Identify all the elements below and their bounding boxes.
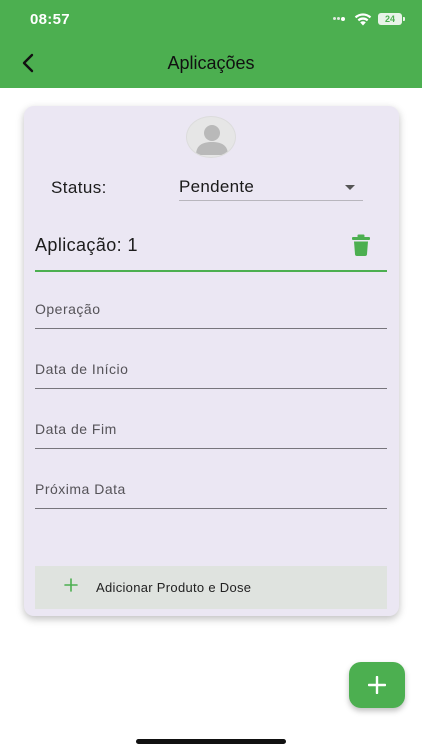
add-application-button[interactable]	[349, 662, 405, 708]
signal-icon	[333, 17, 349, 23]
dropdown-arrow-icon	[345, 185, 355, 190]
person-avatar-icon	[186, 116, 236, 158]
data-fim-field[interactable]: Data de Fim	[35, 413, 387, 449]
app-bar: 08:57 24 Aplicações	[0, 0, 422, 88]
status-bar: 08:57 24	[0, 0, 422, 40]
data-fim-placeholder: Data de Fim	[35, 421, 117, 437]
battery-icon: 24	[378, 13, 405, 25]
plus-icon	[368, 676, 386, 694]
operacao-placeholder: Operação	[35, 301, 101, 317]
status-time: 08:57	[30, 11, 70, 28]
add-product-label: Adicionar Produto e Dose	[96, 580, 252, 595]
plus-icon	[64, 578, 78, 592]
wifi-icon	[354, 13, 372, 26]
application-card: Status: Pendente Aplicação: 1 Operação D…	[24, 106, 399, 616]
proxima-data-field[interactable]: Próxima Data	[35, 473, 387, 509]
proxima-data-placeholder: Próxima Data	[35, 481, 126, 497]
add-product-button[interactable]: Adicionar Produto e Dose	[35, 566, 387, 609]
data-inicio-field[interactable]: Data de Início	[35, 353, 387, 389]
page-title: Aplicações	[167, 53, 255, 73]
operacao-field[interactable]: Operação	[35, 293, 387, 329]
title-underline	[35, 270, 387, 272]
status-value: Pendente	[179, 177, 255, 196]
application-title: Aplicação: 1	[35, 235, 138, 255]
status-label: Status:	[51, 178, 107, 197]
trash-icon[interactable]	[351, 234, 371, 256]
home-indicator	[136, 739, 286, 744]
data-inicio-placeholder: Data de Início	[35, 361, 129, 377]
status-dropdown[interactable]: Pendente	[179, 172, 363, 201]
